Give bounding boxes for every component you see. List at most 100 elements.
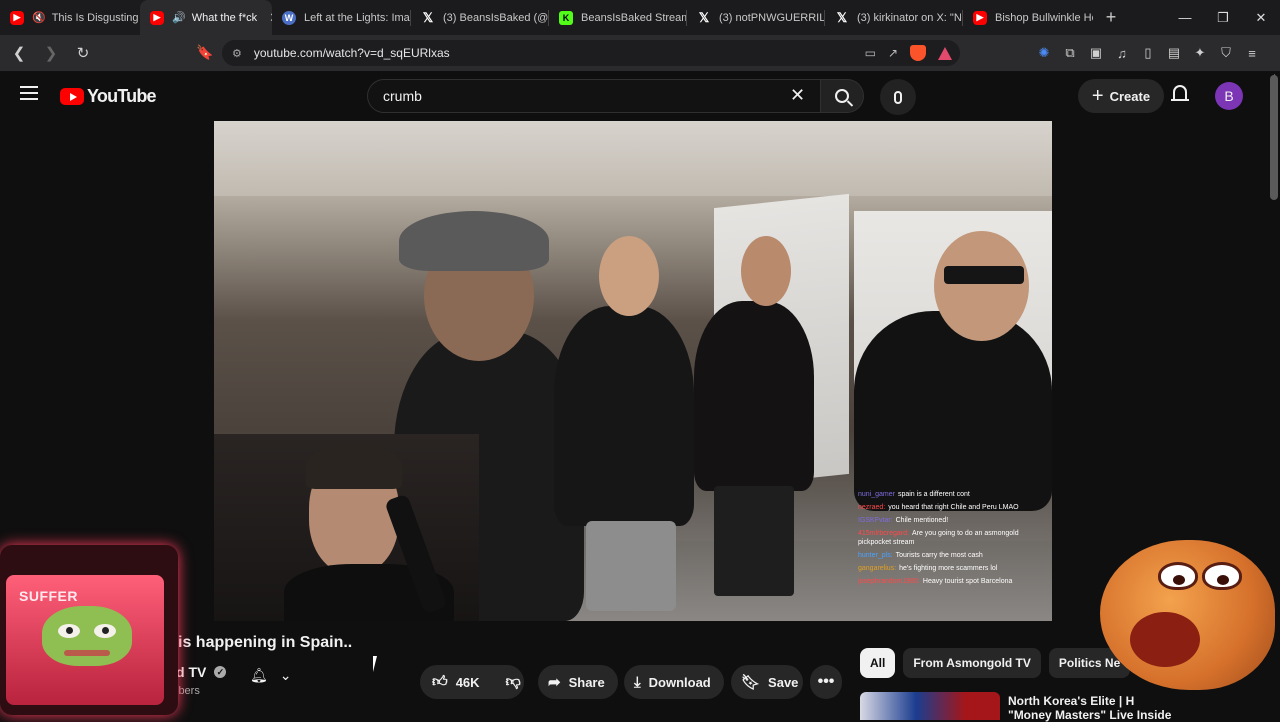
potato-eye xyxy=(1158,562,1198,590)
chat-username: gangarelius: xyxy=(858,565,897,572)
subscription-notifications-button[interactable]: 🔔︎ ⌄ xyxy=(250,667,292,684)
sidebar-icon[interactable]: ▯ xyxy=(1140,45,1156,61)
guide-menu-icon[interactable] xyxy=(20,86,38,100)
chat-message: gangarelius: he's fighting more scammers … xyxy=(858,564,1048,573)
pepe-eye xyxy=(94,624,116,638)
browser-tab-active[interactable]: ▶ 🔊 What the f*ck ✕ xyxy=(140,0,272,35)
create-label: Create xyxy=(1109,88,1151,104)
recommendation-filter-chips: All From Asmongold TV Politics Ne xyxy=(860,648,1131,678)
video-title: is happening in Spain.. xyxy=(178,634,353,651)
chat-username: nezraed: xyxy=(858,504,886,511)
puzzle-extensions-icon[interactable]: ⧉ xyxy=(1062,45,1078,61)
chat-username: nuni_gamer xyxy=(858,491,895,498)
share-label: Share xyxy=(568,674,605,690)
chat-message: josephrandom1980: Heavy tourist spot Barc… xyxy=(858,577,1048,586)
stream-chat-overlay: nuni_gamer spain is a different cont nezr… xyxy=(858,490,1048,620)
browser-tab[interactable]: 𝕏 (3) kirkinator on X: "N xyxy=(825,0,962,35)
extension-toolbar: ✺ ⧉ ▣ ♫ ▯ ▤ ✦ ⛉ ≡ xyxy=(1036,35,1260,71)
recommended-title-line: North Korea's Elite | H xyxy=(1008,694,1135,708)
search-value: crumb xyxy=(383,88,422,104)
forward-arrow-icon[interactable]: ❯ xyxy=(38,40,64,66)
brave-shields-icon[interactable] xyxy=(910,45,926,61)
search-icon xyxy=(835,89,849,103)
youtube-icon: ▶ xyxy=(10,10,24,25)
create-button[interactable]: + Create xyxy=(1078,79,1164,113)
save-button[interactable]: 🔖︎ Save xyxy=(731,665,803,699)
thumbs-up-icon[interactable]: 👍︎ xyxy=(432,673,448,691)
chat-text: Tourists carry the most cash xyxy=(895,552,983,559)
tab-title: (3) BeansIsBaked (@B xyxy=(443,11,548,24)
search-input[interactable]: crumb xyxy=(367,79,820,113)
video-person xyxy=(554,306,694,526)
tab-title: This Is Disgusting xyxy=(51,11,139,24)
video-person-head xyxy=(741,236,791,306)
clear-search-icon[interactable]: ✕ xyxy=(790,85,805,106)
potato-mouth xyxy=(1130,612,1200,667)
url-text: youtube.com/watch?v=d_sqEURlxas xyxy=(253,46,450,60)
video-player[interactable]: nuni_gamer spain is a different cont nezr… xyxy=(214,121,1052,621)
download-button[interactable]: ⤓ Download xyxy=(624,665,724,699)
chat-text: spain is a different cont xyxy=(897,491,970,498)
voice-search-button[interactable] xyxy=(880,79,916,115)
angry-potato-emote xyxy=(1100,540,1275,690)
chip-all[interactable]: All xyxy=(860,648,896,678)
leo-ai-icon[interactable]: ✦ xyxy=(1192,45,1208,61)
reload-icon[interactable]: ↻ xyxy=(70,40,96,66)
share-button[interactable]: ➦ Share xyxy=(538,665,618,699)
recommended-video-thumbnail[interactable] xyxy=(860,692,1000,720)
browser-tab[interactable]: 𝕏 (3) BeansIsBaked (@B xyxy=(411,0,548,35)
site-settings-icon[interactable]: ⚙ xyxy=(232,47,242,60)
chat-username: 415mlrbcregard: xyxy=(858,530,909,537)
browser-tab[interactable]: ▶ 🔇 This Is Disgusting xyxy=(0,0,140,35)
like-count[interactable]: 46K xyxy=(456,675,480,690)
youtube-logo[interactable]: YouTube xyxy=(60,86,157,107)
menu-icon[interactable]: ≡ xyxy=(1244,46,1260,61)
muted-speaker-icon[interactable]: 🔇 xyxy=(32,11,46,24)
account-avatar[interactable]: B xyxy=(1215,82,1243,110)
chat-text: you heard that right Chile and Peru LMAO xyxy=(888,504,1019,511)
plus-icon: + xyxy=(1091,84,1104,107)
more-actions-button[interactable]: ••• xyxy=(810,665,842,699)
browser-tab[interactable]: 𝕏 (3) notPNWGUERRILL xyxy=(687,0,824,35)
pepe-eye xyxy=(58,624,80,638)
pepe-frog-emote xyxy=(42,606,132,666)
chat-message: 415mlrbcregard: Are you going to do an as… xyxy=(858,529,1048,547)
close-window-icon[interactable]: ✕ xyxy=(1242,10,1280,26)
restore-icon[interactable]: ❐ xyxy=(1204,10,1242,26)
new-tab-plus-icon[interactable]: + xyxy=(1099,7,1123,28)
address-bar-actions: ▭ ↗ xyxy=(865,40,952,66)
channel-name[interactable]: d TV ✓ xyxy=(176,664,227,680)
verified-check-icon: ✓ xyxy=(214,666,227,678)
thumbs-down-icon[interactable]: 👎︎ xyxy=(506,673,521,691)
minimize-icon[interactable]: — xyxy=(1166,10,1204,25)
bookmark-icon[interactable]: 🔖 xyxy=(196,44,213,61)
page-scrollbar[interactable] xyxy=(1270,75,1278,200)
chat-text: Heavy tourist spot Barcelona xyxy=(922,578,1013,585)
video-person-glasses xyxy=(944,266,1024,284)
potato-eye xyxy=(1202,562,1242,590)
video-person xyxy=(694,301,814,491)
chat-text: Chile mentioned! xyxy=(895,517,949,524)
extension-icon[interactable]: ▣ xyxy=(1088,45,1104,61)
browser-tab[interactable]: ▶ Bishop Bullwinkle Hel xyxy=(963,0,1093,35)
tab-title: (3) kirkinator on X: "N xyxy=(857,11,962,24)
cast-icon[interactable]: ▭ xyxy=(865,46,876,60)
media-control-icon[interactable]: ♫ xyxy=(1114,46,1130,61)
browser-tab[interactable]: K BeansIsBaked Stream xyxy=(549,0,686,35)
browser-tab[interactable]: W Left at the Lights: Ima xyxy=(272,0,410,35)
chevron-down-icon: ⌄ xyxy=(279,667,292,683)
search-button[interactable] xyxy=(820,79,864,113)
notifications-bell-icon[interactable] xyxy=(1171,85,1189,105)
recommended-video-title[interactable]: North Korea's Elite | H "Money Masters" … xyxy=(1008,694,1198,722)
extension-icon[interactable]: ✺ xyxy=(1036,45,1052,61)
speaker-icon[interactable]: 🔊 xyxy=(172,11,186,24)
chip-from-channel[interactable]: From Asmongold TV xyxy=(903,648,1041,678)
vpn-shield-icon[interactable]: ⛉ xyxy=(1218,45,1234,61)
video-person-cap xyxy=(399,211,549,271)
address-bar[interactable]: ⚙ youtube.com/watch?v=d_sqEURlxas ▭ ↗ xyxy=(222,40,960,66)
back-arrow-icon[interactable]: ❮ xyxy=(6,40,32,66)
chat-text: he's fighting more scammers lol xyxy=(899,565,998,572)
brave-rewards-icon[interactable] xyxy=(938,46,952,60)
wallet-icon[interactable]: ▤ xyxy=(1166,45,1182,61)
share-page-icon[interactable]: ↗ xyxy=(888,46,898,60)
